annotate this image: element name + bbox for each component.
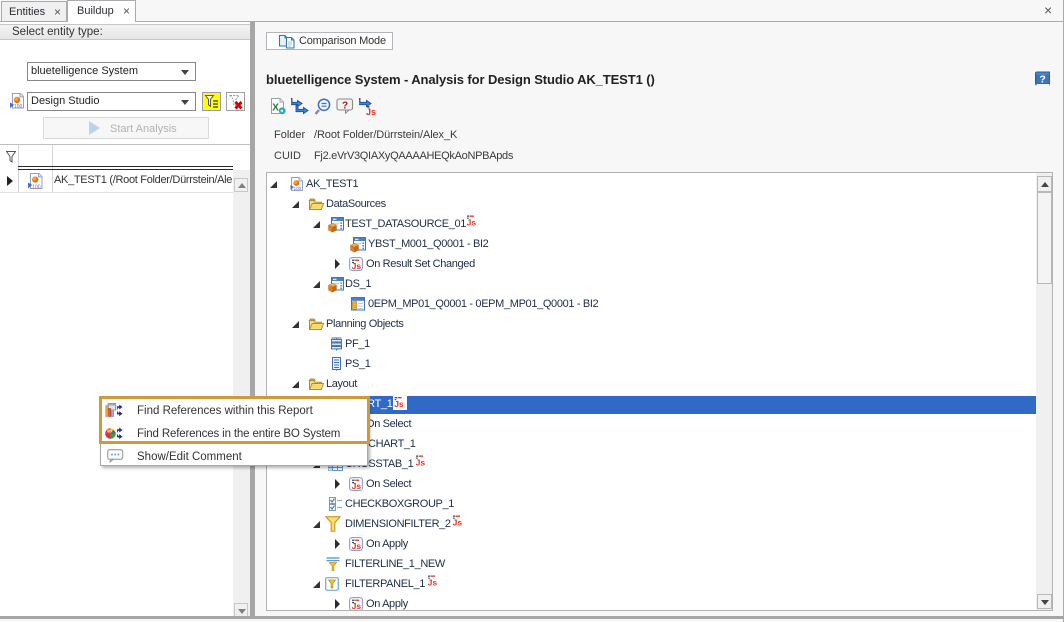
svg-text:Js: Js (352, 601, 362, 611)
svg-text:Js: Js (366, 107, 376, 116)
svg-text:Js: Js (394, 399, 404, 409)
svg-text:Js: Js (453, 518, 463, 528)
svg-text:Js: Js (416, 458, 426, 468)
svg-text:Js: Js (428, 578, 438, 588)
svg-text:X: X (272, 103, 279, 114)
svg-text:Js: Js (352, 481, 362, 491)
svg-text:100: 100 (32, 185, 41, 191)
svg-text:100: 100 (14, 104, 23, 109)
svg-text:Js: Js (352, 541, 362, 551)
svg-text:?: ? (1039, 74, 1045, 86)
svg-text:Js: Js (352, 261, 362, 271)
svg-text:?: ? (342, 101, 348, 112)
svg-text:100: 100 (294, 186, 302, 191)
svg-text:Js: Js (467, 218, 477, 228)
